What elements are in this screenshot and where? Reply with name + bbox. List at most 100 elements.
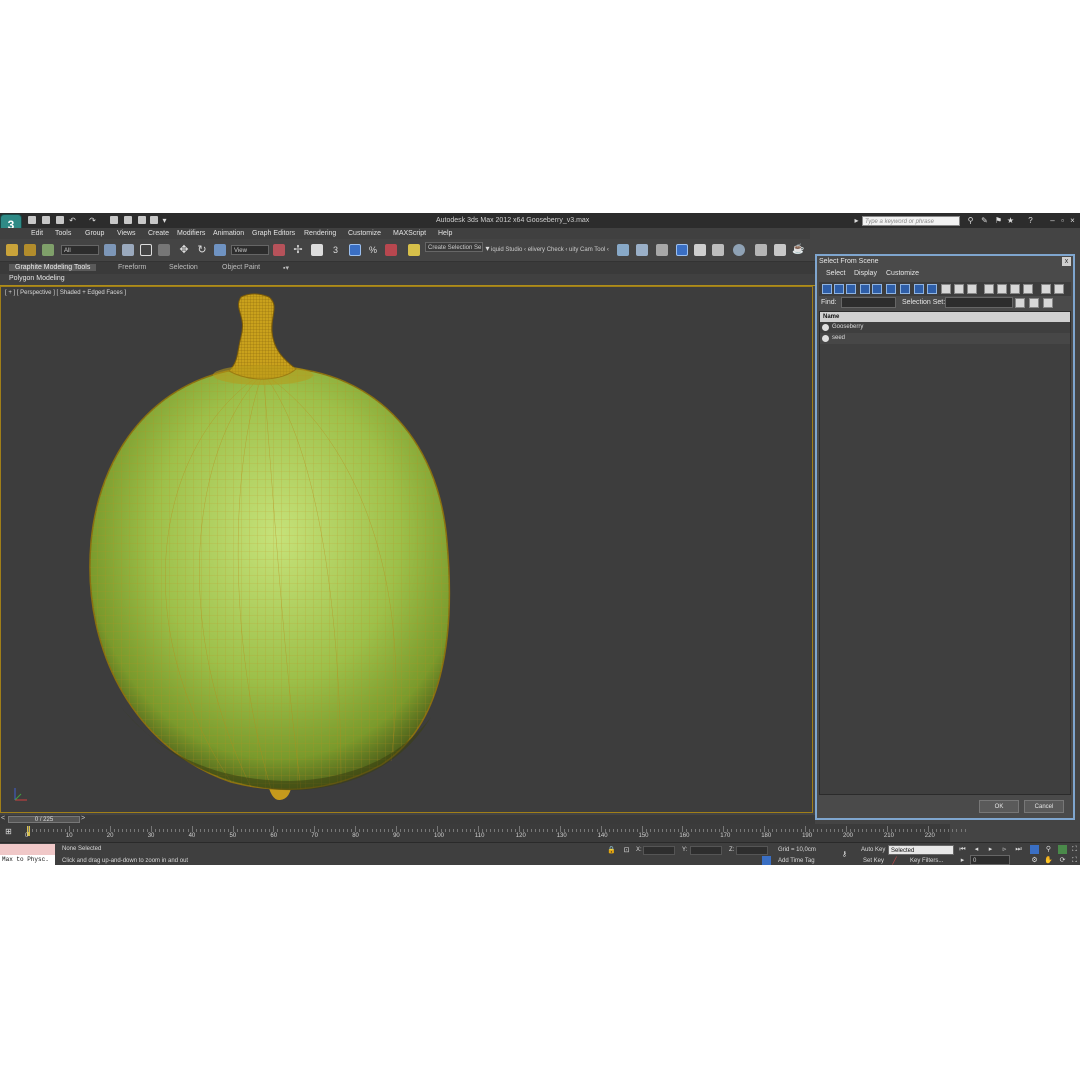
- viewport-layout-3-icon[interactable]: [150, 216, 158, 224]
- key-filter-icon[interactable]: ╱: [890, 857, 899, 865]
- list-header-name[interactable]: Name: [820, 312, 1070, 322]
- menu-views[interactable]: Views: [117, 230, 136, 237]
- scene-object-list[interactable]: Name Gooseberry seed: [819, 311, 1071, 795]
- move-icon[interactable]: ✥: [178, 244, 190, 256]
- time-slider-prev-icon[interactable]: <: [1, 815, 5, 822]
- select-invert-icon[interactable]: [1010, 284, 1020, 294]
- redo-icon[interactable]: ↷: [88, 216, 97, 225]
- save-file-icon[interactable]: [56, 216, 64, 224]
- unlink-icon[interactable]: [24, 244, 36, 256]
- display-invert-icon[interactable]: [967, 284, 977, 294]
- search-input[interactable]: Type a keyword or phrase: [862, 216, 960, 226]
- time-tag-icon[interactable]: [762, 856, 771, 865]
- search-arrow-icon[interactable]: ▸: [852, 216, 861, 225]
- set-key-icon[interactable]: ⚷: [840, 850, 849, 859]
- menu-help[interactable]: Help: [438, 230, 452, 237]
- curve-editor-icon[interactable]: [694, 244, 706, 256]
- graphite-ribbon-toggle-icon[interactable]: [676, 244, 688, 256]
- dialog-menu-select[interactable]: Select: [826, 270, 845, 277]
- key-filters-button[interactable]: Key Filters...: [910, 858, 943, 864]
- set-key-button[interactable]: Set Key: [863, 858, 884, 864]
- tab-freeform[interactable]: Freeform: [118, 264, 146, 271]
- display-all-icon[interactable]: [941, 284, 951, 294]
- schematic-view-icon[interactable]: [712, 244, 724, 256]
- quick-access-dropdown-icon[interactable]: ▾: [160, 216, 169, 225]
- ribbon-options-icon[interactable]: ▪▾: [283, 264, 289, 272]
- zoom-icon[interactable]: ⚲: [1044, 845, 1053, 854]
- time-configuration-icon[interactable]: ⚙: [1030, 856, 1039, 865]
- maxscript-listener-input[interactable]: [0, 844, 55, 855]
- sync-selection-icon[interactable]: [1023, 284, 1033, 294]
- perspective-viewport[interactable]: [ + ] [ Perspective ] [ Shaded + Edged F…: [0, 286, 813, 813]
- menu-graph-editors[interactable]: Graph Editors: [252, 230, 295, 237]
- auto-key-button[interactable]: Auto Key: [861, 847, 885, 853]
- angle-snap-icon[interactable]: [349, 244, 361, 256]
- undo-icon[interactable]: ↶: [68, 216, 77, 225]
- reference-coordinate-dropdown[interactable]: View: [231, 245, 269, 255]
- viewport-layout-2-icon[interactable]: [138, 216, 146, 224]
- menu-customize[interactable]: Customize: [348, 230, 381, 237]
- select-manipulate-icon[interactable]: ✢: [292, 244, 304, 256]
- display-lights-icon[interactable]: [846, 284, 856, 294]
- maxscript-listener-output[interactable]: Max to Physc.: [0, 855, 55, 865]
- bind-space-warp-icon[interactable]: [42, 244, 54, 256]
- frame-spinner-icon[interactable]: ▸: [958, 856, 967, 865]
- x-coordinate-field[interactable]: [643, 846, 675, 855]
- open-file-icon[interactable]: [42, 216, 50, 224]
- select-all-icon[interactable]: [984, 284, 994, 294]
- render-setup-icon[interactable]: [755, 244, 767, 256]
- previous-frame-icon[interactable]: ◂: [972, 845, 981, 854]
- track-bar[interactable]: ⊞ 0 10 20 30 40 50 60 70 80 90 100 110 120 130 140 150 1…: [0, 824, 966, 842]
- render-production-icon[interactable]: ☕: [792, 244, 804, 256]
- display-spacewarps-icon[interactable]: [886, 284, 896, 294]
- remove-from-set-icon[interactable]: [1043, 298, 1053, 308]
- current-frame-field[interactable]: 0: [970, 855, 1010, 865]
- window-crossing-icon[interactable]: [158, 244, 170, 256]
- go-to-end-icon[interactable]: ⏭: [1014, 845, 1023, 854]
- new-file-icon[interactable]: [28, 216, 36, 224]
- percent-snap-icon[interactable]: %: [367, 244, 379, 256]
- menu-create[interactable]: Create: [148, 230, 169, 237]
- menu-tools[interactable]: Tools: [55, 230, 71, 237]
- close-window-icon[interactable]: ×: [1068, 216, 1077, 225]
- z-coordinate-field[interactable]: [736, 846, 768, 855]
- snaps-toggle-icon[interactable]: 3: [333, 244, 345, 256]
- menu-group[interactable]: Group: [85, 230, 104, 237]
- field-of-view-icon[interactable]: ⛶: [1070, 845, 1079, 854]
- find-input[interactable]: [841, 297, 896, 308]
- menu-modifiers[interactable]: Modifiers: [177, 230, 205, 237]
- play-icon[interactable]: ▸: [986, 845, 995, 854]
- filter-icon[interactable]: [1041, 284, 1051, 294]
- tab-graphite-modeling-tools[interactable]: Graphite Modeling Tools: [9, 264, 97, 271]
- polygon-modeling-panel[interactable]: Polygon Modeling: [9, 275, 65, 282]
- rectangular-selection-icon[interactable]: [140, 244, 152, 256]
- plugin-toolbar-text[interactable]: iquid Studio ‹ elivery Check ‹ uity Cam …: [491, 247, 609, 253]
- display-groups-icon[interactable]: [900, 284, 910, 294]
- binoculars-icon[interactable]: ⚲: [966, 216, 975, 225]
- menu-rendering[interactable]: Rendering: [304, 230, 336, 237]
- select-by-name-icon[interactable]: [122, 244, 134, 256]
- spinner-snap-icon[interactable]: [385, 244, 397, 256]
- dialog-close-button[interactable]: x: [1062, 257, 1071, 266]
- ok-button[interactable]: OK: [979, 800, 1019, 813]
- named-selection-set-dropdown[interactable]: Create Selection Se: [425, 242, 483, 252]
- tab-object-paint[interactable]: Object Paint: [222, 264, 260, 271]
- edit-named-selection-icon[interactable]: [408, 244, 420, 256]
- material-editor-icon[interactable]: [733, 244, 745, 256]
- pan-view-icon[interactable]: ✋: [1044, 856, 1053, 865]
- mini-curve-editor-icon[interactable]: ⊞: [4, 827, 13, 836]
- select-none-icon[interactable]: [997, 284, 1007, 294]
- next-frame-icon[interactable]: ▹: [1000, 845, 1009, 854]
- rendered-frame-window-icon[interactable]: [774, 244, 786, 256]
- key-mode-dropdown[interactable]: Selected: [888, 845, 954, 855]
- cancel-button[interactable]: Cancel: [1024, 800, 1064, 813]
- display-none-icon[interactable]: [954, 284, 964, 294]
- display-geometry-icon[interactable]: [822, 284, 832, 294]
- add-time-tag[interactable]: Add Time Tag: [778, 858, 815, 864]
- go-to-start-icon[interactable]: ⏮: [958, 845, 967, 854]
- favorites-icon[interactable]: ★: [1006, 216, 1015, 225]
- display-helpers-icon[interactable]: [872, 284, 882, 294]
- rotate-icon[interactable]: ↻: [196, 244, 208, 256]
- menu-edit[interactable]: Edit: [31, 230, 43, 237]
- link-icon[interactable]: [6, 244, 18, 256]
